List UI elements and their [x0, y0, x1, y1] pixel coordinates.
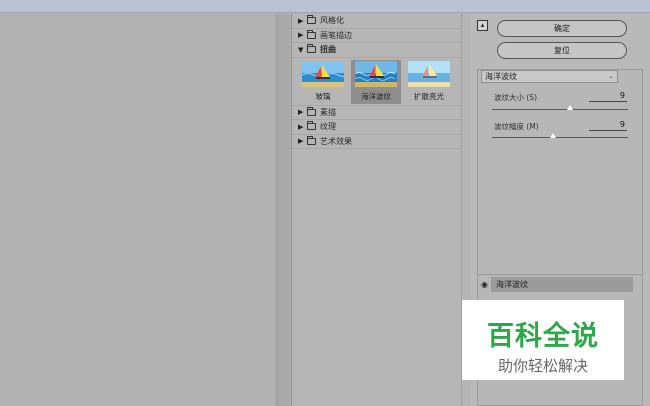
filter-thumb-diffuse-glow[interactable]: 扩散亮光 — [404, 60, 454, 104]
watermark: 百科全说 助你轻松解决 — [462, 300, 624, 380]
effect-layer-row[interactable]: 海洋波纹 — [491, 277, 633, 292]
collapsed-triangle-icon: ▶ — [298, 122, 304, 131]
collapsed-triangle-icon: ▶ — [298, 108, 304, 117]
thumbnail-row: 玻璃 海洋波纹 扩散亮光 — [292, 58, 461, 106]
category-brush-strokes[interactable]: ▶ 画笔描边 — [292, 29, 461, 43]
folder-icon — [307, 135, 316, 145]
ripple-size-slider-handle[interactable] — [567, 105, 573, 110]
chevron-down-icon: ⌄ — [608, 72, 614, 80]
watermark-subtitle: 助你轻松解决 — [497, 357, 588, 375]
category-stylize[interactable]: ▶ 风格化 — [292, 14, 461, 29]
ripple-magnitude-label: 波纹幅度 (M) — [494, 122, 539, 131]
diffuse-glow-thumbnail-image — [408, 60, 450, 87]
preview-canvas[interactable] — [0, 14, 276, 406]
category-texture[interactable]: ▶ 纹理 — [292, 120, 461, 135]
thumb-label: 玻璃 — [315, 91, 331, 101]
collapsed-triangle-icon: ▶ — [298, 16, 304, 25]
category-label: 艺术效果 — [320, 136, 352, 146]
expanded-triangle-icon: ▼ — [298, 45, 304, 54]
ripple-size-field[interactable]: 9 — [589, 91, 627, 102]
ripple-magnitude-slider-handle[interactable] — [550, 133, 556, 138]
filter-select[interactable]: 海洋波纹 ⌄ — [481, 70, 618, 83]
category-label: 扭曲 — [320, 45, 336, 55]
category-label: 纹理 — [320, 122, 336, 132]
folder-icon — [307, 106, 316, 116]
thumb-label: 扩散亮光 — [414, 91, 444, 101]
reset-button[interactable]: 复位 — [497, 42, 627, 59]
ok-button[interactable]: 确定 — [497, 20, 627, 37]
category-label: 画笔描边 — [320, 30, 352, 40]
folder-icon — [307, 15, 316, 25]
filter-thumb-glass[interactable]: 玻璃 — [298, 60, 348, 104]
filter-gallery: ▶ 风格化 ▶ 画笔描边 ▼ 扭曲 玻璃 海洋波纹 扩散亮光 ▶ 素描 ▶ 纹理… — [291, 14, 461, 406]
glass-thumbnail-image — [302, 60, 344, 87]
ocean-ripple-thumbnail-image — [355, 60, 397, 87]
filter-thumb-ocean-ripple[interactable]: 海洋波纹 — [351, 59, 401, 104]
watermark-title: 百科全说 — [487, 321, 599, 352]
ripple-magnitude-field[interactable]: 9 — [589, 120, 627, 131]
category-label: 素描 — [320, 107, 336, 117]
filter-select-value: 海洋波纹 — [485, 72, 517, 81]
thumb-label: 海洋波纹 — [361, 91, 391, 101]
eye-icon[interactable]: ◉ — [481, 280, 491, 289]
preview-scrollbar[interactable] — [276, 14, 290, 406]
folder-icon — [307, 29, 316, 39]
collapsed-triangle-icon: ▶ — [298, 31, 304, 40]
category-label: 风格化 — [320, 16, 344, 26]
top-bar — [0, 0, 650, 13]
collapse-gallery-icon[interactable]: ▴ — [477, 20, 488, 31]
folder-icon — [307, 44, 316, 54]
collapsed-triangle-icon: ▶ — [298, 137, 304, 146]
ripple-magnitude-slider[interactable] — [492, 137, 628, 138]
ripple-size-slider[interactable] — [492, 109, 628, 110]
category-sketch[interactable]: ▶ 素描 — [292, 106, 461, 120]
folder-icon — [307, 121, 316, 131]
category-distort[interactable]: ▼ 扭曲 — [292, 43, 461, 58]
category-artistic[interactable]: ▶ 艺术效果 — [292, 135, 461, 149]
ripple-size-label: 波纹大小 (S) — [494, 93, 537, 102]
